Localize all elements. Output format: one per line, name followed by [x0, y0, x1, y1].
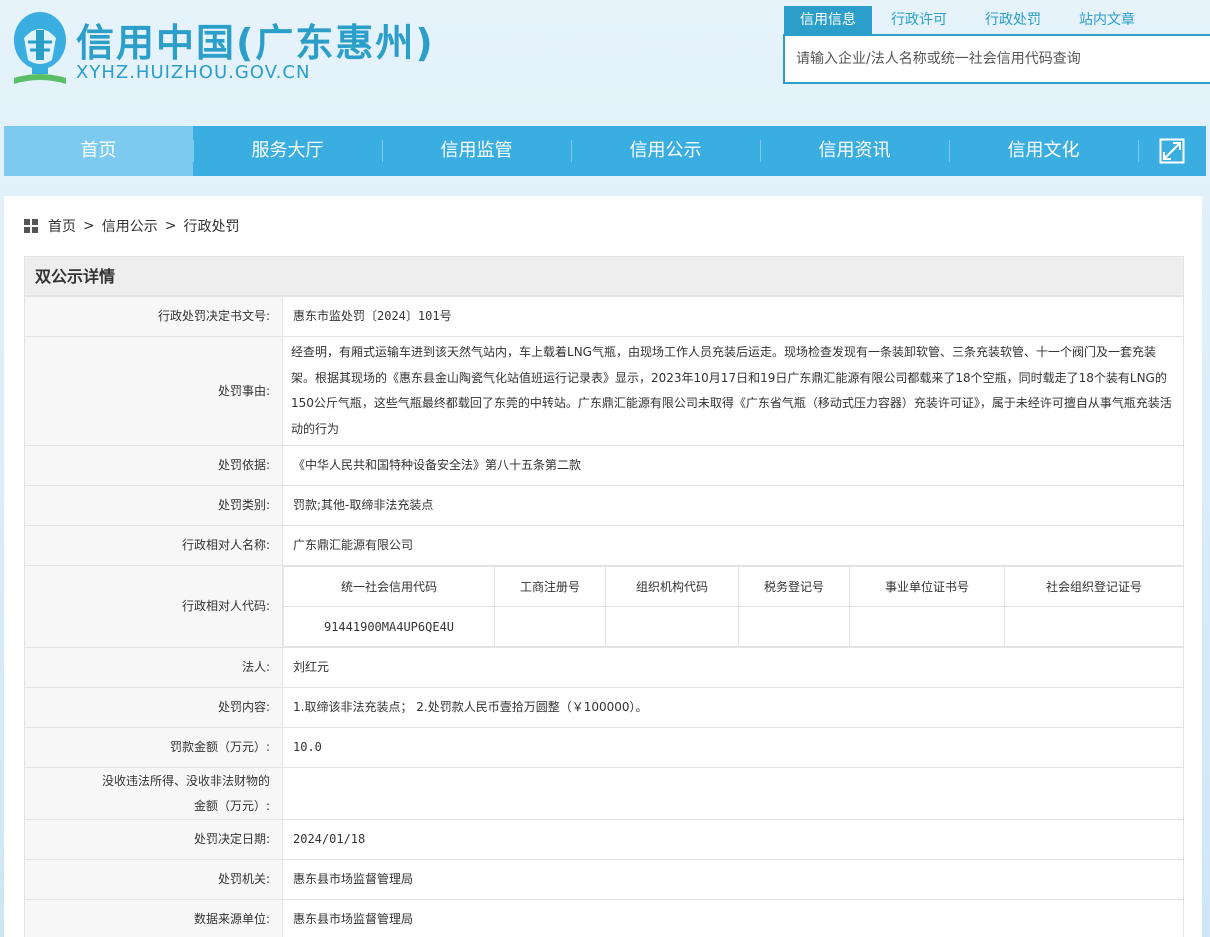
site-header: 信用中国(广东惠州) XYHZ.HUIZHOU.GOV.CN 信用信息 行政许可…	[0, 0, 1210, 120]
content-label: 处罚内容:	[24, 687, 283, 728]
site-url: XYHZ.HUIZHOU.GOV.CN	[76, 62, 311, 83]
row-source: 数据来源单位: 惠东县市场监督管理局	[24, 899, 1184, 937]
row-doc-no: 行政处罚决定书文号: 惠东市监处罚〔2024〕101号	[24, 296, 1184, 337]
category-label: 处罚类别:	[24, 485, 283, 526]
nav-home[interactable]: 首页	[4, 126, 193, 176]
breadcrumb-home[interactable]: 首页	[48, 216, 76, 236]
row-party-code: 行政相对人代码: 统一社会信用代码 工商注册号 组织机构代码 税务登记号 事业单…	[24, 565, 1184, 648]
row-fine: 罚款金额（万元）: 10.0	[24, 727, 1184, 768]
legal-person-value: 刘红元	[282, 647, 1184, 688]
code-header-row: 统一社会信用代码 工商注册号 组织机构代码 税务登记号 事业单位证书号 社会组织…	[283, 566, 1184, 607]
detail-panel: 双公示详情 行政处罚决定书文号: 惠东市监处罚〔2024〕101号 处罚事由: …	[24, 256, 1184, 937]
code-value	[849, 606, 1005, 647]
breadcrumb-separator: >	[164, 218, 177, 234]
confiscation-label-line1: 没收违法所得、没收非法财物的	[101, 773, 270, 788]
doc-no-value: 惠东市监处罚〔2024〕101号	[282, 296, 1184, 337]
fine-label: 罚款金额（万元）:	[24, 727, 283, 768]
code-header: 事业单位证书号	[849, 566, 1005, 607]
nav-credit-supervision[interactable]: 信用监管	[382, 126, 571, 176]
basis-label: 处罚依据:	[24, 445, 283, 486]
code-value	[1004, 606, 1184, 647]
row-category: 处罚类别: 罚款;其他-取缔非法充装点	[24, 485, 1184, 526]
party-name-value: 广东鼎汇能源有限公司	[282, 525, 1184, 566]
code-header: 工商注册号	[494, 566, 606, 607]
confiscation-value	[282, 767, 1184, 820]
expand-icon	[1159, 138, 1185, 164]
search-tab-articles[interactable]: 站内文章	[1060, 6, 1154, 34]
authority-label: 处罚机关:	[24, 859, 283, 900]
search-box	[783, 34, 1210, 84]
code-value	[738, 606, 850, 647]
party-code-table: 统一社会信用代码 工商注册号 组织机构代码 税务登记号 事业单位证书号 社会组织…	[283, 566, 1184, 647]
date-label: 处罚决定日期:	[24, 819, 283, 860]
code-value	[494, 606, 606, 647]
nav-credit-news[interactable]: 信用资讯	[760, 126, 949, 176]
nav-service-hall[interactable]: 服务大厅	[193, 126, 382, 176]
row-confiscation: 没收违法所得、没收非法财物的 金额（万元）:	[24, 767, 1184, 820]
row-reason: 处罚事由: 经查明，有厢式运输车进到该天然气站内，车上载着LNG气瓶，由现场工作…	[24, 336, 1184, 446]
grid-icon	[24, 219, 38, 233]
row-authority: 处罚机关: 惠东县市场监督管理局	[24, 859, 1184, 900]
code-header: 组织机构代码	[605, 566, 739, 607]
code-value: 91441900MA4UP6QE4U	[283, 606, 495, 647]
legal-person-label: 法人:	[24, 647, 283, 688]
breadcrumb-penalty[interactable]: 行政处罚	[183, 216, 239, 236]
doc-no-label: 行政处罚决定书文号:	[24, 296, 283, 337]
row-date: 处罚决定日期: 2024/01/18	[24, 819, 1184, 860]
breadcrumb: 首页 > 信用公示 > 行政处罚	[24, 216, 239, 236]
basis-value: 《中华人民共和国特种设备安全法》第八十五条第二款	[282, 445, 1184, 486]
nav-expand-button[interactable]	[1138, 126, 1206, 176]
reason-value: 经查明，有厢式运输车进到该天然气站内，车上载着LNG气瓶，由现场工作人员充装后运…	[282, 336, 1184, 446]
search-tabs: 信用信息 行政许可 行政处罚 站内文章	[784, 6, 1154, 34]
code-value	[605, 606, 739, 647]
source-label: 数据来源单位:	[24, 899, 283, 937]
nav-credit-publicity[interactable]: 信用公示	[571, 126, 760, 176]
confiscation-label: 没收违法所得、没收非法财物的 金额（万元）:	[24, 767, 283, 820]
party-code-cell: 统一社会信用代码 工商注册号 组织机构代码 税务登记号 事业单位证书号 社会组织…	[282, 565, 1184, 648]
detail-table: 行政处罚决定书文号: 惠东市监处罚〔2024〕101号 处罚事由: 经查明，有厢…	[24, 296, 1184, 937]
row-basis: 处罚依据: 《中华人民共和国特种设备安全法》第八十五条第二款	[24, 445, 1184, 486]
main-nav: 首页 服务大厅 信用监管 信用公示 信用资讯 信用文化	[4, 126, 1206, 176]
search-tab-credit-info[interactable]: 信用信息	[784, 6, 872, 34]
search-tab-penalty[interactable]: 行政处罚	[966, 6, 1060, 34]
row-legal-person: 法人: 刘红元	[24, 647, 1184, 688]
content-value: 1.取缔该非法充装点； 2.处罚款人民币壹拾万圆整（￥100000）。	[282, 687, 1184, 728]
code-value-row: 91441900MA4UP6QE4U	[283, 606, 1184, 647]
code-header: 税务登记号	[738, 566, 850, 607]
row-party-name: 行政相对人名称: 广东鼎汇能源有限公司	[24, 525, 1184, 566]
code-header: 统一社会信用代码	[283, 566, 495, 607]
confiscation-label-line2: 金额（万元）:	[193, 798, 270, 813]
site-title[interactable]: 信用中国(广东惠州)	[76, 12, 435, 67]
search-tab-permit[interactable]: 行政许可	[872, 6, 966, 34]
source-value: 惠东县市场监督管理局	[282, 899, 1184, 937]
main-content: 首页 > 信用公示 > 行政处罚 双公示详情 行政处罚决定书文号: 惠东市监处罚…	[4, 196, 1202, 937]
fine-value: 10.0	[282, 727, 1184, 768]
row-content: 处罚内容: 1.取缔该非法充装点； 2.处罚款人民币壹拾万圆整（￥100000）…	[24, 687, 1184, 728]
code-header: 社会组织登记证号	[1004, 566, 1184, 607]
search-input[interactable]	[785, 36, 1210, 82]
category-value: 罚款;其他-取缔非法充装点	[282, 485, 1184, 526]
logo-icon[interactable]	[8, 8, 72, 88]
party-code-label: 行政相对人代码:	[24, 565, 283, 648]
reason-label: 处罚事由:	[24, 336, 283, 446]
breadcrumb-credit-publicity[interactable]: 信用公示	[102, 216, 158, 236]
authority-value: 惠东县市场监督管理局	[282, 859, 1184, 900]
breadcrumb-separator: >	[83, 218, 95, 234]
date-value: 2024/01/18	[282, 819, 1184, 860]
party-name-label: 行政相对人名称:	[24, 525, 283, 566]
panel-title: 双公示详情	[24, 256, 1184, 296]
nav-credit-culture[interactable]: 信用文化	[949, 126, 1138, 176]
